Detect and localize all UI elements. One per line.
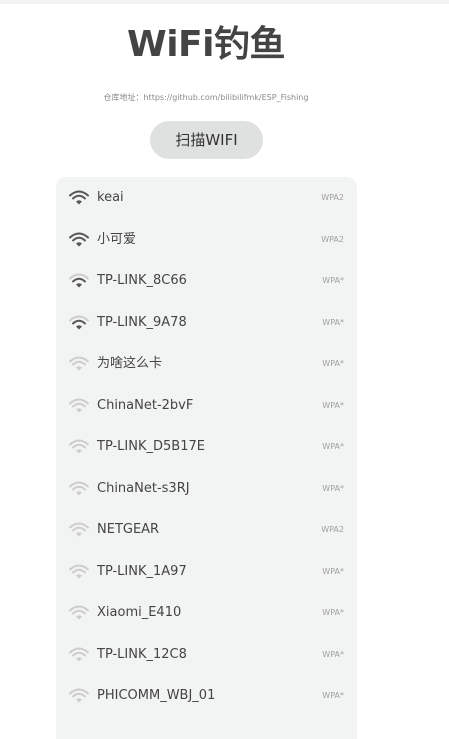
wifi-signal-icon	[68, 271, 90, 289]
wifi-signal-icon	[68, 520, 90, 538]
wifi-ssid: 小可爱	[97, 231, 137, 247]
wifi-security: WPA2	[321, 525, 344, 534]
wifi-network-row[interactable]: TP-LINK_D5B17E WPA*	[56, 426, 357, 468]
page-title: WiFi钓鱼	[127, 24, 285, 65]
wifi-network-row[interactable]: keai WPA2	[56, 177, 357, 219]
wifi-ssid: TP-LINK_8C66	[97, 273, 187, 288]
wifi-signal-icon	[68, 230, 90, 248]
wifi-signal-icon	[68, 354, 90, 372]
wifi-network-row[interactable]: TP-LINK_8C66 WPA*	[56, 260, 357, 302]
wifi-ssid: PHICOMM_WBJ_01	[97, 688, 216, 703]
wifi-network-row[interactable]: PHICOMM_WBJ_01 WPA*	[56, 675, 357, 717]
wifi-network-row[interactable]: ChinaNet-s3RJ WPA*	[56, 468, 357, 510]
wifi-security: WPA*	[322, 566, 344, 576]
wifi-network-row[interactable]: TP-LINK_12C8 WPA*	[56, 634, 357, 676]
wifi-network-row[interactable]: TP-LINK_1A97 WPA*	[56, 551, 357, 593]
wifi-ssid: ChinaNet-s3RJ	[97, 480, 190, 496]
wifi-list: keai WPA2 小可爱 WPA2 TP-LINK_8C66 WPA* TP-LINK_9…	[56, 177, 357, 739]
wifi-signal-icon	[68, 313, 90, 331]
wifi-ssid: TP-LINK_D5B17E	[97, 439, 205, 454]
wifi-ssid: keai	[97, 190, 124, 205]
wifi-signal-icon	[68, 645, 90, 663]
wifi-network-row[interactable]: Xiaomi_E410 WPA*	[56, 592, 357, 634]
wifi-security: WPA*	[322, 359, 344, 368]
wifi-signal-icon	[68, 686, 90, 704]
wifi-ssid: 为啥这么卡	[97, 356, 163, 371]
wifi-signal-icon	[68, 562, 90, 580]
repo-link-text: 仓库地址：https://github.com/bilibilifmk/ESP_…	[103, 93, 309, 102]
wifi-signal-icon	[68, 479, 90, 497]
wifi-network-row[interactable]: TP-LINK_9A78 WPA*	[56, 302, 357, 344]
scan-wifi-button[interactable]: 扫描WIFI	[150, 121, 263, 159]
wifi-ssid: TP-LINK_12C8	[97, 646, 187, 662]
wifi-security: WPA2	[321, 234, 344, 244]
wifi-security: WPA*	[322, 608, 344, 617]
wifi-security: WPA*	[322, 649, 344, 659]
wifi-security: WPA*	[322, 317, 344, 327]
wifi-security: WPA*	[322, 442, 344, 451]
wifi-ssid: TP-LINK_1A97	[97, 563, 187, 579]
wifi-signal-icon	[68, 188, 90, 206]
wifi-ssid: Xiaomi_E410	[97, 605, 182, 620]
wifi-ssid: TP-LINK_9A78	[97, 314, 187, 330]
wifi-ssid: NETGEAR	[97, 522, 160, 537]
wifi-network-row[interactable]: 为啥这么卡 WPA*	[56, 343, 357, 385]
top-strip	[0, 0, 449, 4]
wifi-signal-icon	[68, 396, 90, 414]
wifi-security: WPA2	[321, 193, 344, 202]
wifi-network-row[interactable]: 小可爱 WPA2	[56, 219, 357, 261]
wifi-network-row[interactable]: NETGEAR WPA2	[56, 509, 357, 551]
wifi-signal-icon	[68, 603, 90, 621]
wifi-security: WPA*	[322, 400, 344, 410]
wifi-security: WPA*	[322, 483, 344, 493]
wifi-security: WPA*	[322, 276, 344, 285]
wifi-signal-icon	[68, 437, 90, 455]
wifi-network-row[interactable]: ChinaNet-2bvF WPA*	[56, 385, 357, 427]
wifi-security: WPA*	[322, 691, 344, 700]
wifi-ssid: ChinaNet-2bvF	[97, 397, 194, 413]
